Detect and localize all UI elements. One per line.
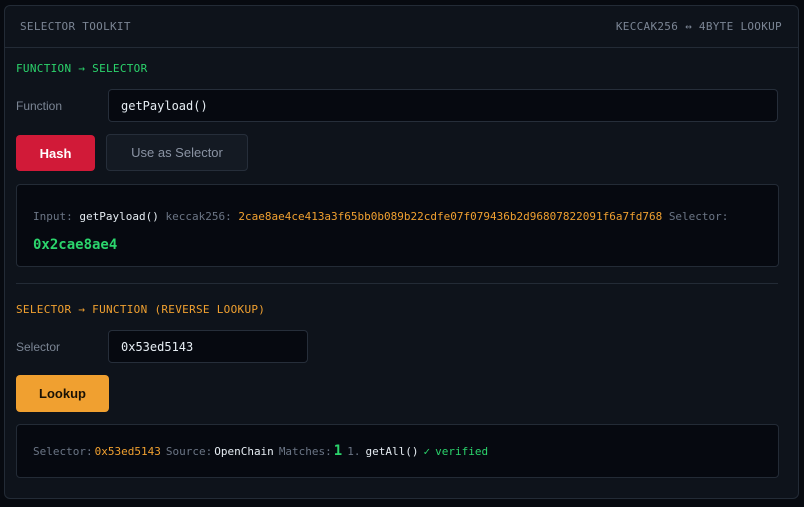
panel-title: SELECTOR TOOLKIT <box>20 20 131 33</box>
match-index: 1. <box>347 444 361 458</box>
selector-label-field: Selector <box>16 340 61 354</box>
matches-count: 1 <box>333 443 343 459</box>
source-label: Source: <box>165 444 213 458</box>
hash-button[interactable]: Hash <box>16 135 95 171</box>
selector-value: 0x2cae8ae4 <box>33 237 118 253</box>
use-as-selector-button[interactable]: Use as Selector <box>106 134 248 171</box>
input-label: Input: <box>33 210 73 223</box>
lookup-result-box: Selector: 0x53ed5143 Source: OpenChain M… <box>16 424 779 478</box>
match-signature: getAll() <box>365 444 419 458</box>
keccak-label: keccak256: <box>165 210 232 223</box>
result-selector-label: Selector: <box>33 444 93 458</box>
selector-label: Selector: <box>668 210 729 223</box>
verified-label: verified <box>435 444 489 458</box>
panel-header: SELECTOR TOOLKIT KECCAK256 ↔ 4BYTE LOOKU… <box>5 6 798 48</box>
result-selector-value: 0x53ed5143 <box>94 444 161 458</box>
reverse-section-title: SELECTOR → FUNCTION (REVERSE LOOKUP) <box>16 303 266 316</box>
hash-result-box: Input: getPayload() keccak256: 2cae8ae4c… <box>16 184 779 267</box>
check-icon: ✓ <box>423 444 431 458</box>
section-divider <box>16 283 778 284</box>
lookup-button[interactable]: Lookup <box>16 375 109 412</box>
selector-input[interactable]: 0x53ed5143 <box>108 330 308 363</box>
input-value: getPayload() <box>79 210 159 223</box>
matches-label: Matches: <box>278 444 332 458</box>
function-input[interactable]: getPayload() <box>108 89 778 122</box>
forward-section-title: FUNCTION → SELECTOR <box>16 62 148 75</box>
panel-subtitle: KECCAK256 ↔ 4BYTE LOOKUP <box>615 20 782 33</box>
keccak-value: 2cae8ae4ce413a3f65bb0b089b22cdfe07f07943… <box>238 210 663 223</box>
source-value: OpenChain <box>214 444 274 458</box>
function-label: Function <box>16 99 63 113</box>
